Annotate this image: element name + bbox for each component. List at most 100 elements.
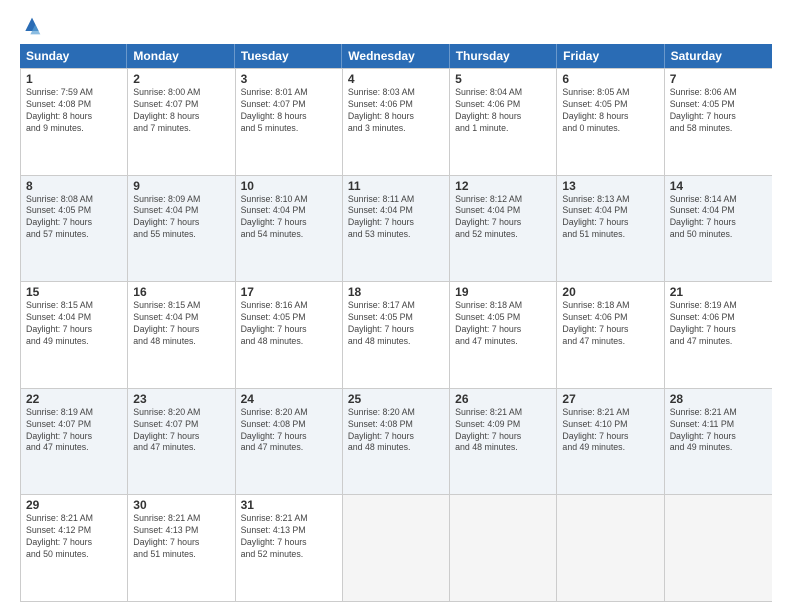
day-number: 21 [670, 285, 767, 299]
day-info: Sunrise: 8:16 AMSunset: 4:05 PMDaylight:… [241, 300, 337, 348]
day-info: Sunrise: 8:04 AMSunset: 4:06 PMDaylight:… [455, 87, 551, 135]
day-number: 15 [26, 285, 122, 299]
day-number: 4 [348, 72, 444, 86]
day-cell-25: 25Sunrise: 8:20 AMSunset: 4:08 PMDayligh… [343, 389, 450, 495]
day-info: Sunrise: 8:00 AMSunset: 4:07 PMDaylight:… [133, 87, 229, 135]
day-info: Sunrise: 8:17 AMSunset: 4:05 PMDaylight:… [348, 300, 444, 348]
day-number: 6 [562, 72, 658, 86]
day-number: 25 [348, 392, 444, 406]
day-info: Sunrise: 8:20 AMSunset: 4:08 PMDaylight:… [241, 407, 337, 455]
day-cell-11: 11Sunrise: 8:11 AMSunset: 4:04 PMDayligh… [343, 176, 450, 282]
calendar-row-1: 1Sunrise: 7:59 AMSunset: 4:08 PMDaylight… [21, 68, 772, 175]
day-cell-14: 14Sunrise: 8:14 AMSunset: 4:04 PMDayligh… [665, 176, 772, 282]
calendar-header: SundayMondayTuesdayWednesdayThursdayFrid… [20, 44, 772, 68]
day-cell-19: 19Sunrise: 8:18 AMSunset: 4:05 PMDayligh… [450, 282, 557, 388]
header [20, 16, 772, 36]
day-cell-27: 27Sunrise: 8:21 AMSunset: 4:10 PMDayligh… [557, 389, 664, 495]
day-cell-22: 22Sunrise: 8:19 AMSunset: 4:07 PMDayligh… [21, 389, 128, 495]
day-cell-12: 12Sunrise: 8:12 AMSunset: 4:04 PMDayligh… [450, 176, 557, 282]
day-info: Sunrise: 8:18 AMSunset: 4:05 PMDaylight:… [455, 300, 551, 348]
calendar-body: 1Sunrise: 7:59 AMSunset: 4:08 PMDaylight… [20, 68, 772, 602]
day-cell-2: 2Sunrise: 8:00 AMSunset: 4:07 PMDaylight… [128, 69, 235, 175]
day-cell-18: 18Sunrise: 8:17 AMSunset: 4:05 PMDayligh… [343, 282, 450, 388]
empty-cell [343, 495, 450, 601]
calendar-row-3: 15Sunrise: 8:15 AMSunset: 4:04 PMDayligh… [21, 281, 772, 388]
day-info: Sunrise: 8:10 AMSunset: 4:04 PMDaylight:… [241, 194, 337, 242]
day-info: Sunrise: 8:08 AMSunset: 4:05 PMDaylight:… [26, 194, 122, 242]
day-cell-4: 4Sunrise: 8:03 AMSunset: 4:06 PMDaylight… [343, 69, 450, 175]
day-cell-17: 17Sunrise: 8:16 AMSunset: 4:05 PMDayligh… [236, 282, 343, 388]
day-number: 31 [241, 498, 337, 512]
day-cell-16: 16Sunrise: 8:15 AMSunset: 4:04 PMDayligh… [128, 282, 235, 388]
day-number: 1 [26, 72, 122, 86]
day-info: Sunrise: 8:21 AMSunset: 4:12 PMDaylight:… [26, 513, 122, 561]
day-info: Sunrise: 8:21 AMSunset: 4:09 PMDaylight:… [455, 407, 551, 455]
day-info: Sunrise: 8:15 AMSunset: 4:04 PMDaylight:… [26, 300, 122, 348]
day-info: Sunrise: 8:13 AMSunset: 4:04 PMDaylight:… [562, 194, 658, 242]
day-info: Sunrise: 8:19 AMSunset: 4:06 PMDaylight:… [670, 300, 767, 348]
day-cell-21: 21Sunrise: 8:19 AMSunset: 4:06 PMDayligh… [665, 282, 772, 388]
header-cell-friday: Friday [557, 44, 664, 68]
day-cell-31: 31Sunrise: 8:21 AMSunset: 4:13 PMDayligh… [236, 495, 343, 601]
day-number: 16 [133, 285, 229, 299]
day-number: 18 [348, 285, 444, 299]
day-cell-10: 10Sunrise: 8:10 AMSunset: 4:04 PMDayligh… [236, 176, 343, 282]
day-number: 30 [133, 498, 229, 512]
day-number: 10 [241, 179, 337, 193]
day-number: 29 [26, 498, 122, 512]
empty-cell [450, 495, 557, 601]
day-number: 22 [26, 392, 122, 406]
day-info: Sunrise: 8:06 AMSunset: 4:05 PMDaylight:… [670, 87, 767, 135]
day-info: Sunrise: 8:20 AMSunset: 4:08 PMDaylight:… [348, 407, 444, 455]
header-cell-tuesday: Tuesday [235, 44, 342, 68]
day-cell-1: 1Sunrise: 7:59 AMSunset: 4:08 PMDaylight… [21, 69, 128, 175]
empty-cell [557, 495, 664, 601]
day-info: Sunrise: 8:09 AMSunset: 4:04 PMDaylight:… [133, 194, 229, 242]
day-info: Sunrise: 8:05 AMSunset: 4:05 PMDaylight:… [562, 87, 658, 135]
day-cell-8: 8Sunrise: 8:08 AMSunset: 4:05 PMDaylight… [21, 176, 128, 282]
day-cell-26: 26Sunrise: 8:21 AMSunset: 4:09 PMDayligh… [450, 389, 557, 495]
day-info: Sunrise: 8:21 AMSunset: 4:13 PMDaylight:… [241, 513, 337, 561]
day-cell-24: 24Sunrise: 8:20 AMSunset: 4:08 PMDayligh… [236, 389, 343, 495]
day-cell-9: 9Sunrise: 8:09 AMSunset: 4:04 PMDaylight… [128, 176, 235, 282]
day-cell-6: 6Sunrise: 8:05 AMSunset: 4:05 PMDaylight… [557, 69, 664, 175]
day-cell-5: 5Sunrise: 8:04 AMSunset: 4:06 PMDaylight… [450, 69, 557, 175]
header-cell-saturday: Saturday [665, 44, 772, 68]
day-info: Sunrise: 8:11 AMSunset: 4:04 PMDaylight:… [348, 194, 444, 242]
calendar-row-4: 22Sunrise: 8:19 AMSunset: 4:07 PMDayligh… [21, 388, 772, 495]
header-cell-monday: Monday [127, 44, 234, 68]
day-info: Sunrise: 8:14 AMSunset: 4:04 PMDaylight:… [670, 194, 767, 242]
day-info: Sunrise: 8:03 AMSunset: 4:06 PMDaylight:… [348, 87, 444, 135]
day-cell-7: 7Sunrise: 8:06 AMSunset: 4:05 PMDaylight… [665, 69, 772, 175]
day-number: 26 [455, 392, 551, 406]
day-info: Sunrise: 8:18 AMSunset: 4:06 PMDaylight:… [562, 300, 658, 348]
day-info: Sunrise: 8:19 AMSunset: 4:07 PMDaylight:… [26, 407, 122, 455]
header-cell-wednesday: Wednesday [342, 44, 449, 68]
day-number: 19 [455, 285, 551, 299]
day-number: 17 [241, 285, 337, 299]
day-number: 8 [26, 179, 122, 193]
day-cell-13: 13Sunrise: 8:13 AMSunset: 4:04 PMDayligh… [557, 176, 664, 282]
day-info: Sunrise: 7:59 AMSunset: 4:08 PMDaylight:… [26, 87, 122, 135]
day-number: 9 [133, 179, 229, 193]
logo [20, 16, 42, 36]
day-number: 11 [348, 179, 444, 193]
day-cell-23: 23Sunrise: 8:20 AMSunset: 4:07 PMDayligh… [128, 389, 235, 495]
day-cell-20: 20Sunrise: 8:18 AMSunset: 4:06 PMDayligh… [557, 282, 664, 388]
calendar-row-2: 8Sunrise: 8:08 AMSunset: 4:05 PMDaylight… [21, 175, 772, 282]
calendar: SundayMondayTuesdayWednesdayThursdayFrid… [20, 44, 772, 602]
day-number: 3 [241, 72, 337, 86]
day-cell-3: 3Sunrise: 8:01 AMSunset: 4:07 PMDaylight… [236, 69, 343, 175]
day-number: 27 [562, 392, 658, 406]
day-cell-28: 28Sunrise: 8:21 AMSunset: 4:11 PMDayligh… [665, 389, 772, 495]
day-number: 12 [455, 179, 551, 193]
day-number: 5 [455, 72, 551, 86]
page: SundayMondayTuesdayWednesdayThursdayFrid… [0, 0, 792, 612]
day-info: Sunrise: 8:21 AMSunset: 4:13 PMDaylight:… [133, 513, 229, 561]
logo-icon [22, 16, 42, 36]
day-cell-15: 15Sunrise: 8:15 AMSunset: 4:04 PMDayligh… [21, 282, 128, 388]
day-number: 13 [562, 179, 658, 193]
day-info: Sunrise: 8:21 AMSunset: 4:11 PMDaylight:… [670, 407, 767, 455]
header-cell-sunday: Sunday [20, 44, 127, 68]
day-cell-29: 29Sunrise: 8:21 AMSunset: 4:12 PMDayligh… [21, 495, 128, 601]
